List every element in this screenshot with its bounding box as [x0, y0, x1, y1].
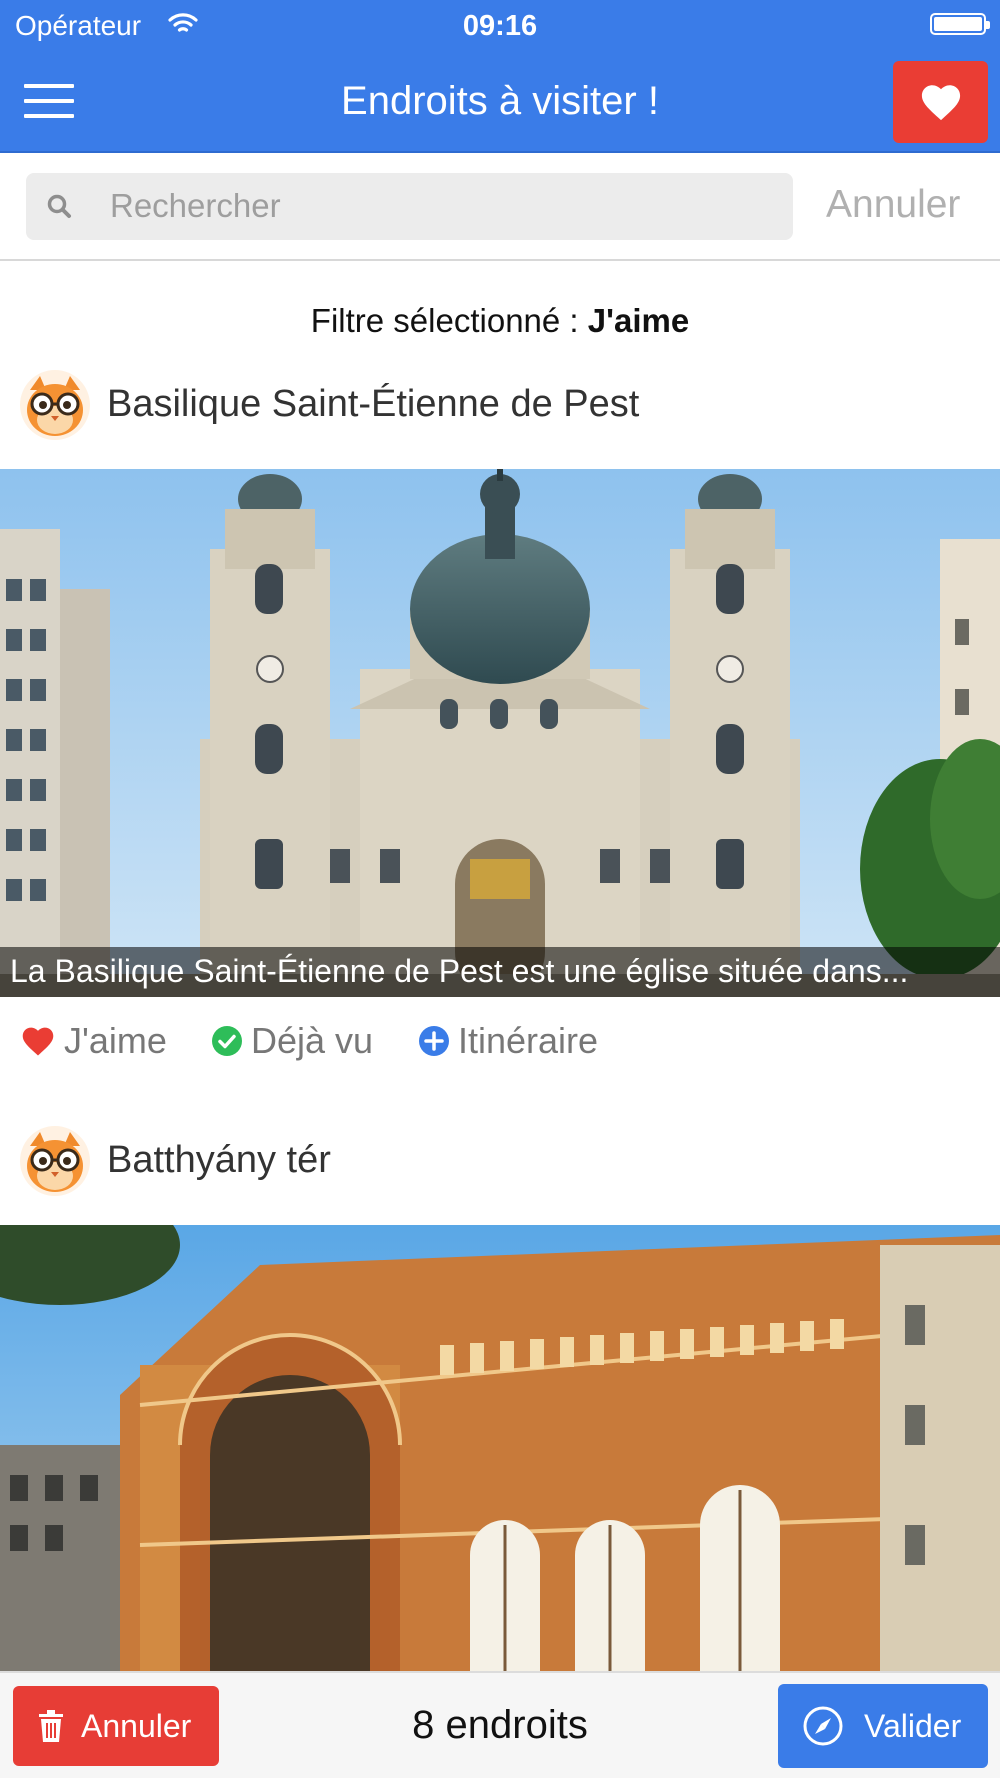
market-hall-image — [0, 1225, 1000, 1671]
like-label: J'aime — [64, 1020, 167, 1061]
place-header[interactable]: Basilique Saint-Étienne de Pest — [0, 368, 1000, 448]
heart-icon — [20, 1025, 56, 1057]
battery-icon — [930, 13, 990, 35]
filter-label: Filtre sélectionné : — [310, 302, 588, 339]
search-field[interactable] — [26, 173, 793, 240]
place-photo[interactable] — [0, 1225, 1000, 1671]
filter-value: J'aime — [587, 302, 690, 339]
page-title: Endroits à visiter ! — [341, 79, 659, 123]
place-description: La Basilique Saint-Étienne de Pest est u… — [0, 947, 1000, 997]
basilica-image — [0, 469, 1000, 997]
favorites-button[interactable] — [893, 61, 988, 143]
clock: 09:16 — [462, 10, 538, 42]
trash-icon — [37, 1709, 65, 1743]
place-header[interactable]: Batthyány tér — [0, 1124, 1000, 1204]
search-bar: Annuler — [0, 153, 1000, 261]
seen-label: Déjà vu — [251, 1020, 374, 1061]
heart-icon — [921, 85, 960, 121]
status-bar: Opérateur 09:16 — [0, 0, 1000, 50]
search-input[interactable] — [110, 183, 770, 229]
validate-button[interactable]: Valider — [778, 1684, 988, 1768]
validate-label: Valider — [864, 1707, 962, 1744]
check-circle-icon — [211, 1025, 243, 1057]
itinerary-button[interactable]: Itinéraire — [418, 1011, 598, 1071]
itinerary-label: Itinéraire — [458, 1020, 599, 1061]
place-name: Batthyány tér — [107, 1139, 331, 1181]
cancel-label: Annuler — [81, 1707, 192, 1744]
search-icon — [46, 193, 74, 226]
compass-icon — [802, 1705, 844, 1747]
owl-avatar — [18, 1124, 92, 1198]
place-photo[interactable]: La Basilique Saint-Étienne de Pest est u… — [0, 469, 1000, 997]
plus-circle-icon — [418, 1025, 450, 1057]
bottom-toolbar: Annuler 8 endroits Valider — [0, 1671, 1000, 1778]
cancel-button[interactable]: Annuler — [13, 1686, 219, 1766]
selected-filter: Filtre sélectionné : J'aime — [0, 302, 1000, 340]
place-name: Basilique Saint-Étienne de Pest — [107, 383, 640, 425]
place-actions: J'aime Déjà vu Itinéraire — [0, 1011, 1000, 1071]
like-button[interactable]: J'aime — [20, 1011, 167, 1071]
search-cancel-button[interactable]: Annuler — [826, 183, 960, 227]
seen-button[interactable]: Déjà vu — [211, 1011, 373, 1071]
navigation-bar: Opérateur 09:16 Endroits à visiter ! — [0, 0, 1000, 153]
owl-avatar — [18, 368, 92, 442]
